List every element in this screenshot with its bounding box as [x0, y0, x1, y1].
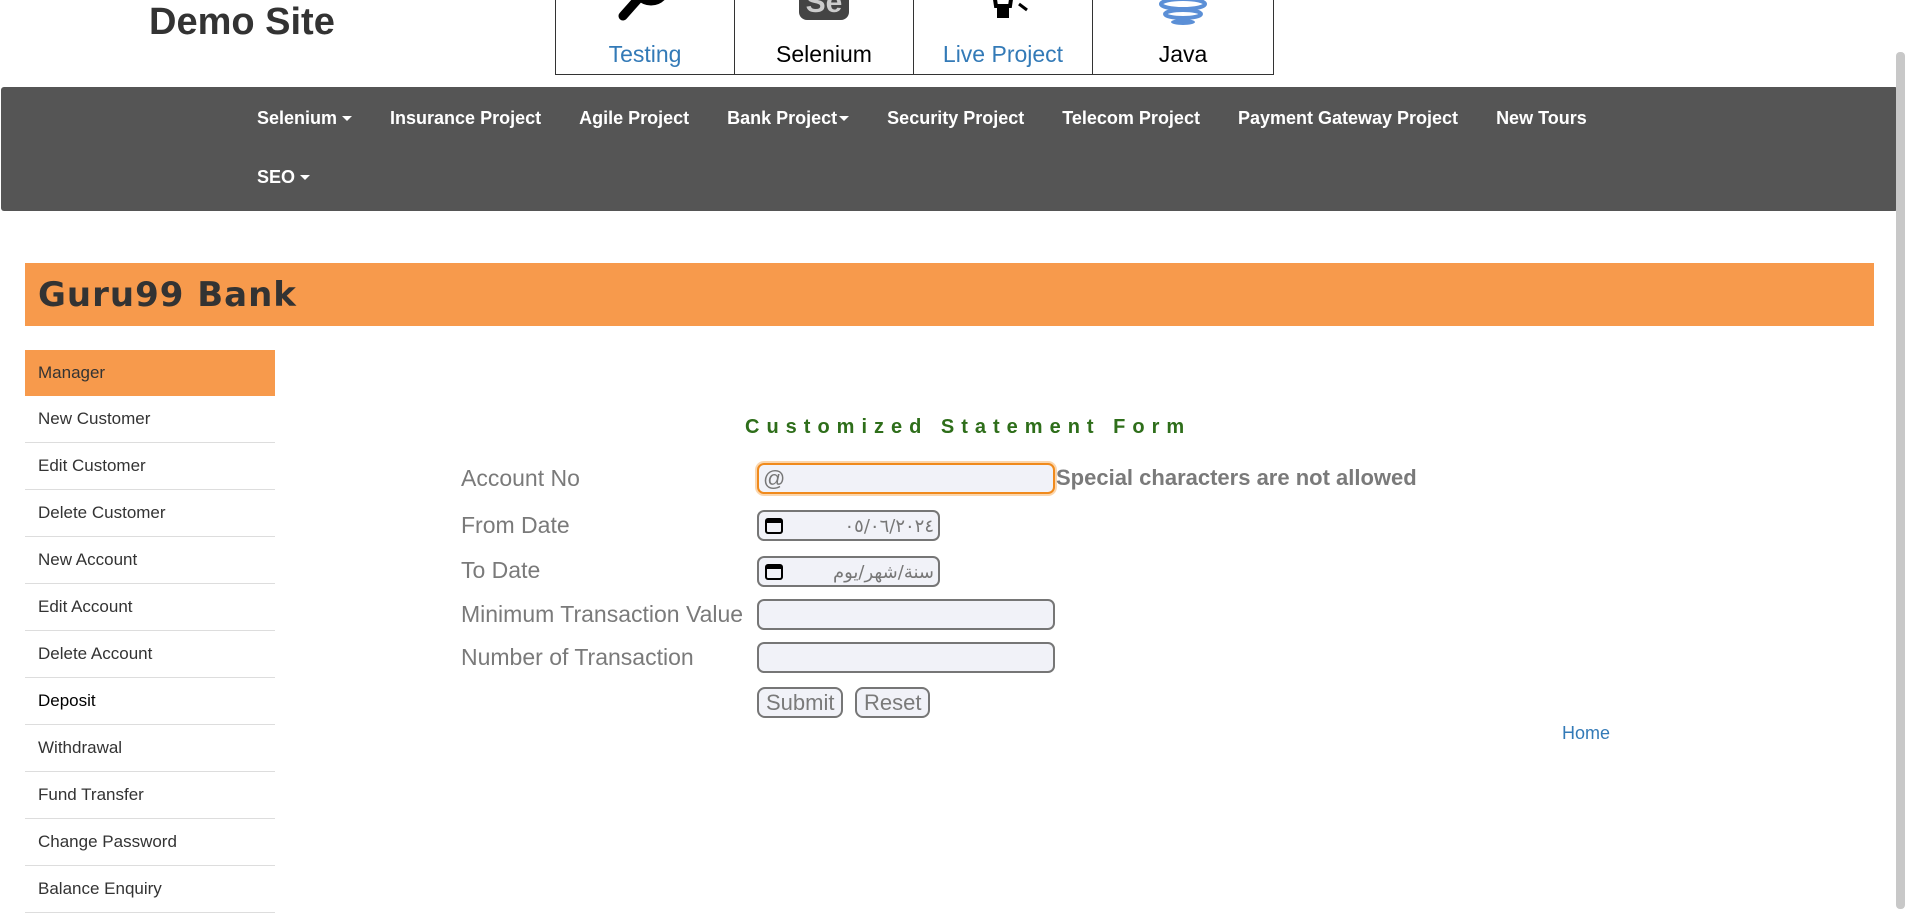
navbar-row: SEO [238, 149, 329, 205]
from-date-value: ٠٥/٠٦/٢٠٢٤ [844, 516, 934, 537]
tab-label: Selenium [776, 41, 872, 67]
account-no-label: Account No [461, 465, 580, 491]
caret-down-icon [342, 116, 353, 122]
caret-down-icon [300, 175, 311, 181]
sidebar-item-delete-customer[interactable]: Delete Customer [25, 490, 275, 537]
page-scrollbar[interactable] [1896, 52, 1905, 909]
home-link[interactable]: Home [1562, 723, 1610, 744]
top-tabs: Testing Se Selenium Live Project Java [555, 0, 1274, 75]
sidebar-item-change-password[interactable]: Change Password [25, 819, 275, 866]
reset-button[interactable]: Reset [855, 687, 931, 718]
tab-label: Testing [608, 41, 682, 67]
sidebar-item-edit-account[interactable]: Edit Account [25, 584, 275, 631]
navbar-row: Selenium Insurance Project Agile Project… [238, 87, 1606, 149]
sidebar-item-new-customer[interactable]: New Customer [25, 396, 275, 443]
tab-java[interactable]: Java [1093, 0, 1273, 74]
tab-selenium[interactable]: Se Selenium [735, 0, 914, 74]
magnifier-icon [618, 0, 665, 21]
tab-label: Live Project [942, 41, 1064, 67]
sidebar-menu: Manager New Customer Edit Customer Delet… [25, 350, 275, 913]
sidebar-item-deposit[interactable]: Deposit [25, 678, 275, 725]
nav-label: Bank Project [727, 107, 838, 128]
caret-down-icon [839, 116, 850, 122]
from-date-label: From Date [461, 512, 570, 538]
nav-item-seo[interactable]: SEO [238, 167, 329, 188]
min-transaction-value-input[interactable] [757, 599, 1055, 630]
nav-item-new-tours[interactable]: New Tours [1477, 108, 1606, 129]
account-no-input[interactable]: @ [757, 463, 1055, 494]
nav-item-insurance-project[interactable]: Insurance Project [371, 108, 560, 129]
main-navbar: Selenium Insurance Project Agile Project… [1, 87, 1898, 211]
min-transaction-value-label: Minimum Transaction Value [461, 601, 744, 627]
to-date-label: To Date [461, 557, 541, 583]
nav-label: SEO [257, 166, 296, 187]
to-date-placeholder: سنة/شهر/يوم [832, 562, 934, 583]
site-title: Demo Site [149, 1, 335, 43]
nav-item-security-project[interactable]: Security Project [868, 108, 1043, 129]
calendar-icon[interactable] [765, 517, 783, 534]
nav-item-telecom-project[interactable]: Telecom Project [1043, 108, 1219, 129]
sidebar-item-new-account[interactable]: New Account [25, 537, 275, 584]
tab-label: Java [1158, 41, 1208, 67]
sidebar-item-manager[interactable]: Manager [25, 350, 275, 396]
sidebar-item-delete-account[interactable]: Delete Account [25, 631, 275, 678]
nav-item-agile-project[interactable]: Agile Project [560, 108, 708, 129]
lightbulb-icon [993, 0, 1028, 18]
to-date-input[interactable]: سنة/شهر/يوم [757, 556, 940, 587]
tab-live-project[interactable]: Live Project [914, 0, 1093, 74]
number-of-transaction-label: Number of Transaction [461, 644, 694, 670]
tab-testing[interactable]: Testing [556, 0, 735, 74]
submit-button[interactable]: Submit [757, 687, 844, 718]
nav-item-payment-gateway-project[interactable]: Payment Gateway Project [1219, 108, 1477, 129]
java-cup-icon [1159, 0, 1207, 25]
sidebar-item-fund-transfer[interactable]: Fund Transfer [25, 772, 275, 819]
bank-banner: Guru99 Bank [25, 263, 1874, 326]
from-date-input[interactable]: ٠٥/٠٦/٢٠٢٤ [757, 510, 940, 541]
nav-item-bank-project[interactable]: Bank Project [708, 108, 868, 129]
sidebar-item-withdrawal[interactable]: Withdrawal [25, 725, 275, 772]
sidebar-item-balance-enquiry[interactable]: Balance Enquiry [25, 866, 275, 913]
account-no-error: Special characters are not allowed [1056, 465, 1417, 490]
form-title: Customized Statement Form [745, 416, 1192, 438]
bank-name: Guru99 Bank [38, 275, 297, 315]
number-of-transaction-input[interactable] [757, 642, 1055, 673]
selenium-logo-icon: Se [799, 0, 849, 20]
nav-item-selenium[interactable]: Selenium [238, 108, 371, 129]
svg-text:Se: Se [806, 0, 843, 19]
nav-label: Selenium [257, 107, 338, 128]
calendar-icon[interactable] [765, 563, 783, 580]
sidebar-item-edit-customer[interactable]: Edit Customer [25, 443, 275, 490]
